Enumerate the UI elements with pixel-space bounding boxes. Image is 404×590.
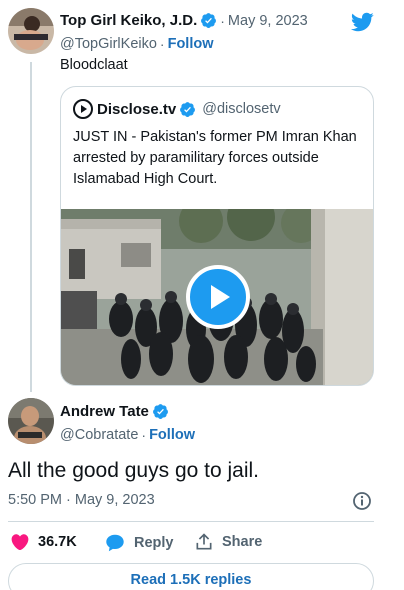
main-tweet-text: All the good guys go to jail. — [8, 459, 259, 482]
divider — [8, 521, 374, 522]
share-icon — [196, 533, 212, 550]
quoted-tweet-text: JUST IN - Pakistan's former PM Imran Kha… — [73, 129, 357, 187]
reply-bubble-icon — [106, 534, 124, 552]
read-replies-button[interactable]: Read 1.5K replies — [8, 563, 374, 590]
quoting-tweet-text: Bloodclaat — [60, 57, 128, 73]
play-icon — [211, 285, 230, 309]
quoted-tweet-header: Disclose.tv @disclosetv — [73, 99, 281, 119]
follow-button[interactable]: Follow — [168, 36, 214, 52]
verified-badge-icon — [152, 404, 168, 419]
separator-dot: · — [220, 12, 225, 29]
reply-label: Reply — [134, 535, 174, 551]
tweet-timestamp[interactable]: 5:50 PM · May 9, 2023 — [8, 492, 155, 508]
quoted-author-name[interactable]: Disclose.tv — [97, 101, 176, 118]
quoting-tweet-header: Top Girl Keiko, J.D. · May 9, 2023 — [60, 12, 308, 29]
quoting-tweet-subheader: @TopGirlKeiko · Follow — [60, 36, 214, 52]
video-thumbnail[interactable] — [61, 209, 373, 385]
author-name[interactable]: Top Girl Keiko, J.D. — [60, 12, 197, 29]
main-tweet-header: Andrew Tate — [60, 403, 169, 420]
quoted-author-handle[interactable]: @disclosetv — [202, 101, 280, 117]
separator-dot: · — [159, 36, 165, 52]
quoted-tweet-card[interactable]: Disclose.tv @disclosetv JUST IN - Pakist… — [60, 86, 374, 386]
avatar-cobratate[interactable] — [8, 398, 54, 444]
thread-connector-line — [30, 62, 32, 392]
separator-dot: · — [141, 427, 147, 443]
verified-badge-icon — [180, 101, 196, 117]
heart-icon — [11, 534, 29, 551]
author-handle[interactable]: @Cobratate — [60, 427, 138, 443]
main-tweet-subheader: @Cobratate · Follow — [60, 427, 195, 443]
info-icon[interactable] — [352, 491, 372, 511]
twitter-bird-icon[interactable] — [350, 10, 374, 34]
like-button[interactable]: 36.7K — [10, 532, 77, 552]
share-button[interactable]: Share — [194, 532, 262, 552]
follow-button[interactable]: Follow — [149, 427, 195, 443]
author-name[interactable]: Andrew Tate — [60, 403, 149, 420]
play-button[interactable] — [186, 265, 250, 329]
author-handle[interactable]: @TopGirlKeiko — [60, 36, 157, 52]
disclose-logo-icon — [73, 99, 93, 119]
verified-badge-icon — [201, 13, 217, 28]
avatar-topgirlkeiko[interactable] — [8, 8, 54, 54]
tweet-date[interactable]: May 9, 2023 — [228, 13, 308, 29]
reply-button[interactable]: Reply — [104, 532, 174, 554]
share-label: Share — [222, 534, 263, 550]
like-count: 36.7K — [38, 534, 77, 550]
